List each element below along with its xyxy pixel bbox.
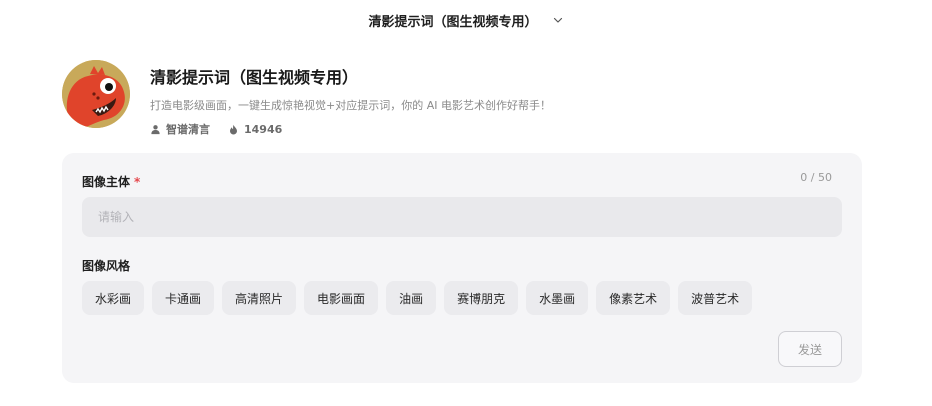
style-chip[interactable]: 水彩画 <box>82 281 145 315</box>
style-chip[interactable]: 赛博朋克 <box>444 281 519 315</box>
subject-label: 图像主体 * <box>82 173 140 190</box>
user-icon <box>151 124 160 134</box>
subject-input[interactable] <box>82 197 842 237</box>
popularity: 14946 <box>228 123 282 136</box>
required-mark: * <box>134 175 141 189</box>
author-name: 智谱清言 <box>166 123 210 136</box>
author: 智谱清言 <box>150 121 210 137</box>
style-chip[interactable]: 波普艺术 <box>678 281 753 315</box>
style-chip[interactable]: 卡通画 <box>152 281 215 315</box>
char-counter: 0 / 50 <box>800 171 832 184</box>
top-bar: 清影提示词（图生视频专用） <box>0 0 932 40</box>
bot-info: 清影提示词（图生视频专用） 打造电影级画面，一键生成惊艳视觉+对应提示词，你的 … <box>150 60 551 137</box>
style-chip[interactable]: 水墨画 <box>526 281 589 315</box>
style-chip[interactable]: 高清照片 <box>222 281 297 315</box>
subject-label-text: 图像主体 <box>82 175 131 189</box>
style-chip[interactable]: 油画 <box>386 281 437 315</box>
dinosaur-avatar-icon <box>62 60 130 128</box>
bot-description: 打造电影级画面，一键生成惊艳视觉+对应提示词，你的 AI 电影艺术创作好帮手！ <box>150 99 551 112</box>
style-chip[interactable]: 像素艺术 <box>596 281 671 315</box>
style-chip[interactable]: 电影画面 <box>304 281 379 315</box>
bot-selector[interactable]: 清影提示词（图生视频专用） <box>368 11 563 30</box>
send-button[interactable]: 发送 <box>778 331 842 367</box>
flame-icon <box>230 124 237 134</box>
chevron-down-icon <box>553 17 562 23</box>
bot-name: 清影提示词（图生视频专用） <box>150 68 359 87</box>
popularity-count: 14946 <box>244 122 283 136</box>
bot-header: 清影提示词（图生视频专用） 打造电影级画面，一键生成惊艳视觉+对应提示词，你的 … <box>62 60 551 137</box>
avatar <box>62 60 130 128</box>
style-label: 图像风格 <box>82 259 131 273</box>
prompt-form-card: 图像主体* 0 / 50 图像风格 水彩画 卡通画 高清照片 电影画面 油画 赛… <box>62 153 862 383</box>
style-chips: 水彩画 卡通画 高清照片 电影画面 油画 赛博朋克 水墨画 像素艺术 波普艺术 <box>82 281 753 315</box>
bot-selector-title: 清影提示词（图生视频专用） <box>368 14 538 30</box>
bot-meta: 智谱清言 14946 <box>150 121 551 137</box>
